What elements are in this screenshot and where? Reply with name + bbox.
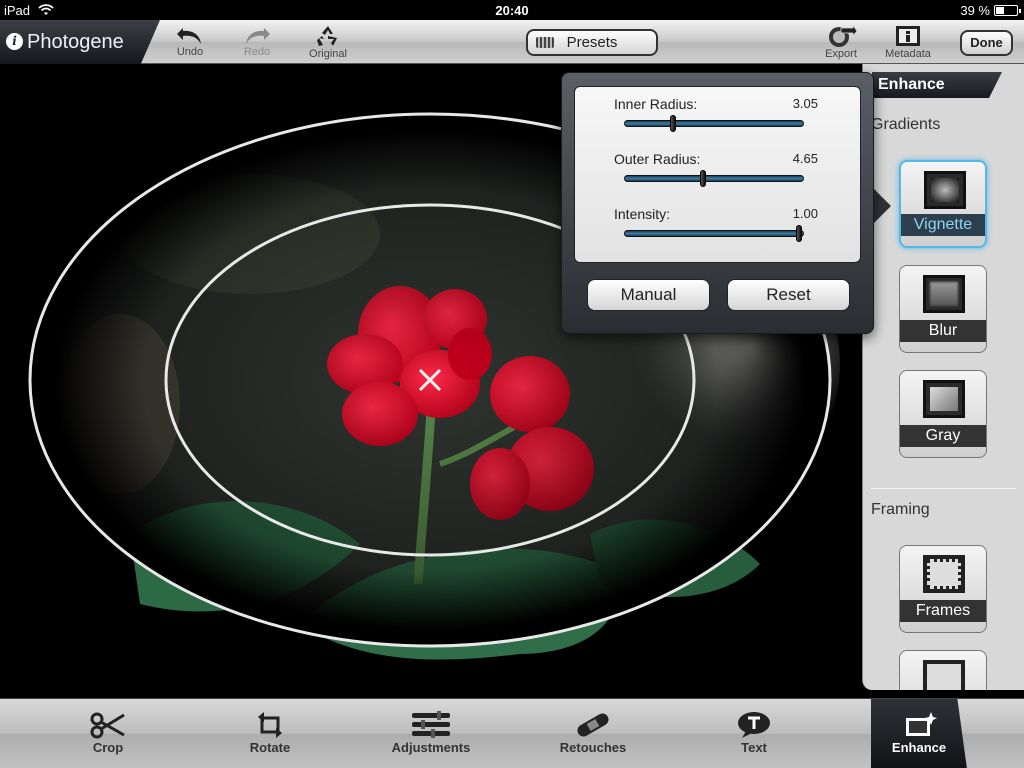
frames-tile[interactable]: Frames <box>899 545 987 633</box>
export-button[interactable]: Export <box>811 22 871 62</box>
bandage-icon <box>577 713 609 737</box>
tab-enhance-label: Enhance <box>891 740 947 755</box>
outer-radius-track[interactable] <box>624 170 804 187</box>
tab-enhance[interactable]: Enhance <box>871 699 967 768</box>
intensity-knob[interactable] <box>796 225 803 242</box>
blur-icon <box>923 275 965 313</box>
tab-retouches-label: Retouches <box>559 740 627 755</box>
tab-crop[interactable]: Crop <box>53 699 163 768</box>
gray-icon <box>923 380 965 418</box>
tab-rotate-label: Rotate <box>249 740 291 755</box>
inner-radius-knob[interactable] <box>670 115 677 132</box>
battery-percent: 39 % <box>960 3 990 18</box>
sidebar-divider <box>871 488 1016 489</box>
redo-icon <box>246 28 270 44</box>
presets-label: Presets <box>566 34 618 51</box>
blur-tile[interactable]: Blur <box>899 265 987 353</box>
metadata-label: Metadata <box>885 48 931 60</box>
enhance-panel-tab: Enhance <box>872 72 1002 98</box>
undo-label: Undo <box>176 46 204 58</box>
bottom-tab-bar: Crop Rotate Adjustments Retouches Text E… <box>0 698 1024 768</box>
outer-radius-value: 4.65 <box>792 151 818 166</box>
undo-icon <box>177 28 201 44</box>
framing-heading: Framing <box>871 501 930 518</box>
intensity-label: Intensity: <box>614 206 671 222</box>
gray-tile[interactable]: Gray <box>899 370 987 458</box>
intensity-slider[interactable]: Intensity: 1.00 <box>575 206 862 252</box>
gray-label: Gray <box>900 425 986 447</box>
text-bubble-icon <box>738 712 770 738</box>
tab-adjustments[interactable]: Adjustments <box>376 699 486 768</box>
frame-style-tile[interactable] <box>899 650 987 690</box>
vignette-tile[interactable]: Vignette <box>899 160 987 248</box>
outer-radius-label: Outer Radius: <box>614 151 701 167</box>
outer-radius-knob[interactable] <box>700 170 707 187</box>
enhance-icon <box>906 712 937 736</box>
reset-button[interactable]: Reset <box>727 279 850 311</box>
enhance-sidebar: Gradients Vignette Blur Gray Framing Fra… <box>862 64 1024 690</box>
frames-icon <box>923 555 965 593</box>
tab-crop-label: Crop <box>92 740 124 755</box>
intensity-track[interactable] <box>624 225 804 242</box>
popover-arrow <box>873 188 891 224</box>
presets-button[interactable]: Presets <box>526 29 658 56</box>
intensity-value: 1.00 <box>792 206 818 221</box>
undo-button[interactable]: Undo <box>160 22 220 62</box>
clock: 20:40 <box>495 3 529 18</box>
scissors-icon <box>90 712 125 739</box>
tab-text[interactable]: Text <box>699 699 809 768</box>
app-title: Photogene <box>27 31 124 53</box>
manual-button[interactable]: Manual <box>587 279 710 311</box>
tab-text-label: Text <box>741 740 767 755</box>
vignette-label: Vignette <box>901 214 985 236</box>
inner-radius-track[interactable] <box>624 115 804 132</box>
info-icon[interactable]: i <box>6 33 23 50</box>
tab-rotate[interactable]: Rotate <box>215 699 325 768</box>
inner-radius-value: 3.05 <box>792 96 818 111</box>
battery-icon <box>994 5 1021 16</box>
vignette-popover: Inner Radius: 3.05 Outer Radius: 4.65 In… <box>561 72 874 334</box>
recycle-icon <box>317 26 337 46</box>
app-brand[interactable]: i Photogene <box>0 20 160 64</box>
presets-icon <box>536 37 554 48</box>
slider-panel: Inner Radius: 3.05 Outer Radius: 4.65 In… <box>574 86 861 263</box>
tab-adjustments-label: Adjustments <box>391 740 471 755</box>
export-icon <box>829 24 857 47</box>
gradients-heading: Gradients <box>871 116 941 133</box>
tab-retouches[interactable]: Retouches <box>538 699 648 768</box>
done-button[interactable]: Done <box>960 30 1013 56</box>
original-button[interactable]: Original <box>298 22 358 62</box>
inner-radius-slider[interactable]: Inner Radius: 3.05 <box>575 96 862 142</box>
metadata-icon <box>896 26 920 46</box>
vignette-icon <box>924 171 966 209</box>
inner-radius-label: Inner Radius: <box>614 96 698 112</box>
redo-button[interactable]: Redo <box>227 22 287 62</box>
frames-label: Frames <box>900 600 986 622</box>
status-bar: iPad 20:40 39 % <box>0 0 1024 20</box>
original-label: Original <box>309 48 347 60</box>
rotate-icon <box>258 712 282 738</box>
outer-radius-slider[interactable]: Outer Radius: 4.65 <box>575 151 862 197</box>
frame-style-icon <box>923 660 965 690</box>
export-label: Export <box>825 48 857 60</box>
metadata-button[interactable]: Metadata <box>878 22 938 62</box>
blur-label: Blur <box>900 320 986 342</box>
sliders-icon <box>412 711 450 738</box>
redo-label: Redo <box>243 46 271 58</box>
